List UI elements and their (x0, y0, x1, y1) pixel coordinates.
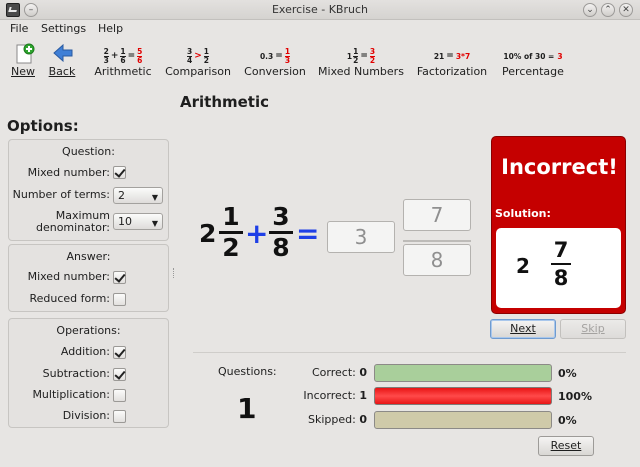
stats-separator (193, 352, 626, 353)
question-mixed-checkbox[interactable] (113, 166, 126, 179)
reduced-form-checkbox[interactable] (113, 293, 126, 306)
subtraction-checkbox[interactable] (113, 368, 126, 381)
solution-label: Solution: (495, 207, 551, 220)
questions-label: Questions: (218, 365, 277, 378)
options-heading: Options: (7, 117, 79, 135)
conversion-tool[interactable]: 0.3 = 13 Conversion (242, 38, 308, 82)
close-button[interactable]: ✕ (619, 3, 633, 17)
max-denominator-select[interactable]: 10 ▼ (113, 213, 163, 230)
addition-checkbox[interactable] (113, 346, 126, 359)
correct-label: Correct: 0 (311, 366, 367, 379)
term2-numerator: 3 (272, 202, 290, 231)
term1-fraction: 1 2 (218, 203, 244, 262)
question-mixed-label: Mixed number: (27, 166, 110, 179)
arithmetic-label: Arithmetic (94, 65, 152, 78)
arithmetic-tool[interactable]: 23 + 16 = 56 Arithmetic (88, 38, 158, 82)
addition-label: Addition: (60, 345, 110, 358)
operator: + (245, 217, 269, 250)
term2-denominator: 8 (272, 233, 290, 262)
menu-file[interactable]: File (10, 22, 28, 35)
equals-sign: = (296, 217, 320, 250)
maximize-button[interactable]: ⌃ (601, 3, 615, 17)
correct-percent: 0% (558, 367, 577, 380)
answer-mixed-label: Mixed number: (27, 270, 110, 283)
back-button[interactable]: Back (44, 38, 80, 82)
title-bar: – Exercise - KBruch ⌄ ⌃ ✕ (0, 0, 640, 20)
solution-numerator: 7 (553, 238, 569, 262)
solution-denominator: 8 (553, 266, 569, 290)
percentage-tool[interactable]: 10% of 30 = 3 Percentage (498, 38, 568, 82)
menu-help[interactable]: Help (98, 22, 123, 35)
answer-options-group: Answer: Mixed number: Reduced form: (8, 244, 169, 312)
reduced-form-label: Reduced form: (29, 292, 110, 305)
terms-label: Number of terms: (12, 188, 110, 201)
question-options-group: Question: Mixed number: Number of terms:… (8, 139, 169, 241)
back-arrow-icon (53, 44, 73, 62)
operations-options-group: Operations: Addition: Subtraction: Multi… (8, 318, 169, 428)
reset-button[interactable]: Reset (538, 436, 594, 456)
solution-whole: 2 (516, 254, 530, 278)
questions-count: 1 (237, 392, 257, 425)
new-button[interactable]: New (4, 38, 42, 82)
max-denominator-label-2: denominator: (35, 221, 110, 234)
menu-settings[interactable]: Settings (41, 22, 86, 35)
new-document-icon (16, 43, 35, 64)
next-button[interactable]: Next (490, 319, 556, 339)
incorrect-label: Incorrect: 1 (303, 389, 367, 402)
page-title: Arithmetic (180, 93, 270, 111)
comparison-tool[interactable]: 34 > 12 Comparison (164, 38, 232, 82)
term2-fraction: 3 8 (268, 203, 294, 262)
answer-numerator-input[interactable]: 7 (403, 199, 471, 231)
percentage-label: Percentage (502, 65, 564, 78)
term1-numerator: 1 (222, 202, 240, 231)
incorrect-bar-fill (375, 388, 551, 404)
question-group-title: Question: (62, 145, 115, 158)
toolbar: New Back 23 + 16 = 56 Arithmetic 34 > 12… (0, 38, 640, 84)
splitter-handle[interactable] (173, 268, 175, 278)
mixed-numbers-tool[interactable]: 1 12 = 32 Mixed Numbers (318, 38, 404, 82)
answer-group-title: Answer: (66, 250, 111, 263)
comparison-label: Comparison (165, 65, 231, 78)
answer-mixed-checkbox[interactable] (113, 271, 126, 284)
division-checkbox[interactable] (113, 410, 126, 423)
factorization-label: Factorization (416, 65, 488, 78)
answer-whole-input[interactable]: 3 (327, 221, 395, 253)
chevron-down-icon: ▼ (151, 219, 158, 228)
conversion-label: Conversion (244, 65, 306, 78)
answer-denominator-input[interactable]: 8 (403, 244, 471, 276)
division-label: Division: (62, 409, 110, 422)
chevron-down-icon: ▼ (151, 193, 158, 202)
incorrect-percent: 100% (558, 390, 592, 403)
operations-group-title: Operations: (56, 324, 121, 337)
answer-fraction-line (403, 240, 471, 242)
keep-above-button[interactable]: ⌄ (583, 3, 597, 17)
term1-denominator: 2 (222, 233, 240, 262)
multiplication-checkbox[interactable] (113, 389, 126, 402)
solution-fraction: 7 8 (550, 237, 572, 291)
menu-bar: File Settings Help (0, 20, 640, 38)
skipped-percent: 0% (558, 414, 577, 427)
multiplication-label: Multiplication: (32, 388, 110, 401)
correct-bar (374, 364, 552, 382)
solution-box: 2 7 8 (496, 228, 621, 308)
window-title: Exercise - KBruch (271, 3, 368, 16)
mixed-numbers-label: Mixed Numbers (318, 65, 404, 78)
skipped-bar (374, 411, 552, 429)
subtraction-label: Subtraction: (42, 367, 110, 380)
result-title: Incorrect! (501, 155, 618, 179)
terms-select[interactable]: 2 ▼ (113, 187, 163, 204)
factorization-tool[interactable]: 21 = 3*7 Factorization (414, 38, 490, 82)
term1-whole: 2 (199, 219, 217, 248)
skipped-label: Skipped: 0 (308, 413, 367, 426)
skip-button[interactable]: Skip (560, 319, 626, 339)
result-panel: Incorrect! Solution: 2 7 8 (491, 136, 626, 314)
incorrect-bar (374, 387, 552, 405)
